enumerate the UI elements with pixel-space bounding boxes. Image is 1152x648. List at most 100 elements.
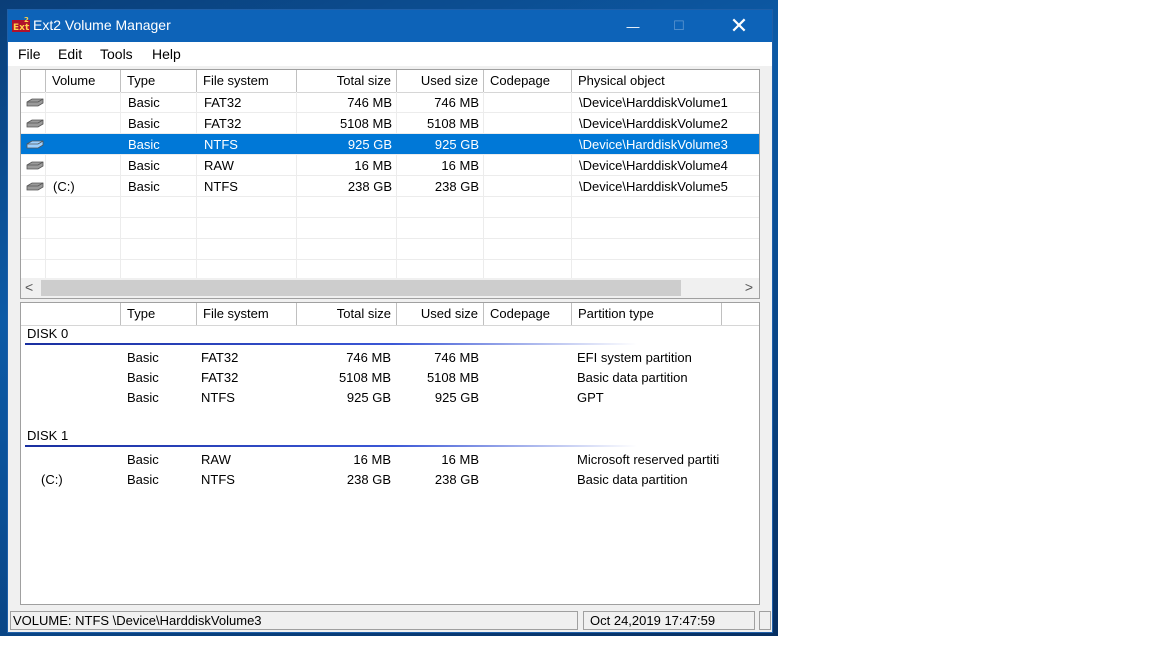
volume-total-cell: 925 GB [347, 137, 392, 152]
volume-row [21, 197, 759, 218]
volume-fs-cell: RAW [204, 158, 234, 173]
volume-object-cell: \Device\HarddiskVolume4 [579, 158, 728, 173]
partition-used-cell: 746 MB [434, 350, 479, 365]
volume-fs-cell: FAT32 [204, 95, 242, 110]
resize-grip[interactable] [759, 611, 771, 630]
maximize-button[interactable]: ☐ [656, 10, 702, 42]
volume-row[interactable]: Basic FAT32 5108 MB 5108 MB \Device\Harddisk… [21, 113, 759, 134]
partition-list-header: Type File system Total size Used size Codepa… [21, 303, 759, 326]
volume-codepage-cell [491, 176, 572, 197]
partition-row[interactable]: (C:) Basic NTFS 238 GB 238 GB Basic data part… [21, 470, 759, 490]
status-datetime: Oct 24,2019 17:47:59 [583, 611, 755, 630]
partition-ptype-cell: EFI system partition [577, 350, 692, 365]
partition-total-cell: 746 MB [346, 350, 391, 365]
volume-type-cell: Basic [128, 179, 160, 194]
partition-total-cell: 5108 MB [338, 370, 391, 385]
total-size-column-header[interactable]: Total size [297, 70, 397, 92]
volume-type-cell: Basic [128, 158, 160, 173]
volume-volume-cell [53, 92, 121, 113]
volume-object-cell: \Device\HarddiskVolume5 [579, 179, 728, 194]
partition-fs-cell: FAT32 [201, 350, 239, 365]
status-bar: VOLUME: NTFS \Device\HarddiskVolume3 Oct… [8, 610, 772, 632]
title-bar[interactable]: Ext 2 Ext2 Volume Manager — ☐ ✕ [8, 10, 772, 42]
volume-codepage-cell [491, 113, 572, 134]
menu-help[interactable]: Help [152, 46, 181, 62]
partition-type-cell: Basic [127, 370, 159, 385]
scrollbar-thumb[interactable] [41, 280, 681, 296]
scroll-left-arrow-icon[interactable]: < [25, 279, 33, 295]
close-icon: ✕ [729, 13, 749, 38]
used-size-column-header[interactable]: Used size [397, 303, 484, 325]
volume-row[interactable]: Basic NTFS 925 GB 925 GB \Device\HarddiskVol… [21, 134, 759, 155]
partition-fs-cell: RAW [201, 452, 231, 467]
partition-type-cell: Basic [127, 350, 159, 365]
volume-object-cell: \Device\HarddiskVolume3 [579, 137, 728, 152]
volume-total-cell: 746 MB [347, 95, 392, 110]
disk-separator-line [25, 445, 637, 447]
menu-bar: File Edit Tools Help [8, 42, 772, 66]
partition-volume-cell: (C:) [41, 472, 63, 487]
type-column-header[interactable]: Type [121, 70, 197, 92]
hard-drive-icon [26, 161, 44, 170]
icon-column-header[interactable] [21, 70, 46, 92]
volume-column-header[interactable] [21, 303, 121, 325]
volume-list[interactable]: Volume Type File system Total size Used size… [20, 69, 760, 299]
filesystem-column-header[interactable]: File system [197, 303, 297, 325]
partition-used-cell: 238 GB [434, 472, 479, 487]
codepage-column-header[interactable]: Codepage [484, 70, 572, 92]
volume-total-cell: 16 MB [354, 158, 392, 173]
partition-total-cell: 238 GB [346, 472, 391, 487]
partition-ptype-cell: Basic data partition [577, 472, 688, 487]
partition-fs-cell: FAT32 [201, 370, 239, 385]
volume-used-cell: 746 MB [434, 95, 479, 110]
used-size-column-header[interactable]: Used size [397, 70, 484, 92]
menu-edit[interactable]: Edit [58, 46, 82, 62]
partition-type-cell: Basic [127, 472, 159, 487]
minimize-button[interactable]: — [610, 10, 656, 42]
total-size-column-header[interactable]: Total size [297, 303, 397, 325]
physical-object-column-header[interactable]: Physical object [572, 70, 759, 92]
extra-column-header[interactable] [722, 303, 759, 325]
partition-fs-cell: NTFS [201, 390, 235, 405]
partition-type-column-header[interactable]: Partition type [572, 303, 722, 325]
partition-row[interactable]: Basic NTFS 925 GB 925 GB GPT [21, 388, 759, 408]
volume-used-cell: 16 MB [441, 158, 479, 173]
volume-row [21, 218, 759, 239]
partition-row[interactable]: Basic FAT32 5108 MB 5108 MB Basic data parti… [21, 368, 759, 388]
volume-used-cell: 925 GB [434, 137, 479, 152]
volume-used-cell: 5108 MB [426, 116, 479, 131]
volume-row [21, 239, 759, 260]
partition-type-cell: Basic [127, 390, 159, 405]
volume-volume-cell [53, 134, 121, 155]
disk-label[interactable]: DISK 0 [27, 326, 68, 341]
partition-row[interactable]: Basic RAW 16 MB 16 MB Microsoft reserved par… [21, 450, 759, 470]
volume-total-cell: 5108 MB [339, 116, 392, 131]
ext2-app-icon: Ext 2 [12, 16, 30, 33]
partition-ptype-cell: GPT [577, 390, 604, 405]
hard-drive-icon [26, 119, 44, 128]
disk-label[interactable]: DISK 1 [27, 428, 68, 443]
volume-fs-cell: NTFS [204, 137, 238, 152]
volume-row[interactable]: Basic FAT32 746 MB 746 MB \Device\HarddiskVo… [21, 92, 759, 113]
hard-drive-icon [26, 182, 44, 191]
volume-codepage-cell [491, 92, 572, 113]
close-button[interactable]: ✕ [716, 10, 762, 42]
type-column-header[interactable]: Type [121, 303, 197, 325]
volume-row[interactable]: Basic RAW 16 MB 16 MB \Device\HarddiskVolume… [21, 155, 759, 176]
codepage-column-header[interactable]: Codepage [484, 303, 572, 325]
volume-total-cell: 238 GB [347, 179, 392, 194]
minimize-icon: — [626, 18, 640, 34]
filesystem-column-header[interactable]: File system [197, 70, 297, 92]
volume-row[interactable]: (C:) Basic NTFS 238 GB 238 GB \Device\Harddis… [21, 176, 759, 197]
disk-partition-list[interactable]: Type File system Total size Used size Codepa… [20, 302, 760, 605]
svg-text:2: 2 [24, 16, 29, 24]
menu-file[interactable]: File [18, 46, 41, 62]
volume-column-header[interactable]: Volume [46, 70, 121, 92]
volume-codepage-cell [491, 134, 572, 155]
menu-tools[interactable]: Tools [100, 46, 133, 62]
partition-row[interactable]: Basic FAT32 746 MB 746 MB EFI system partiti… [21, 348, 759, 368]
volume-fs-cell: NTFS [204, 179, 238, 194]
horizontal-scrollbar[interactable]: < > [21, 278, 759, 298]
volume-type-cell: Basic [128, 95, 160, 110]
scroll-right-arrow-icon[interactable]: > [745, 279, 753, 295]
